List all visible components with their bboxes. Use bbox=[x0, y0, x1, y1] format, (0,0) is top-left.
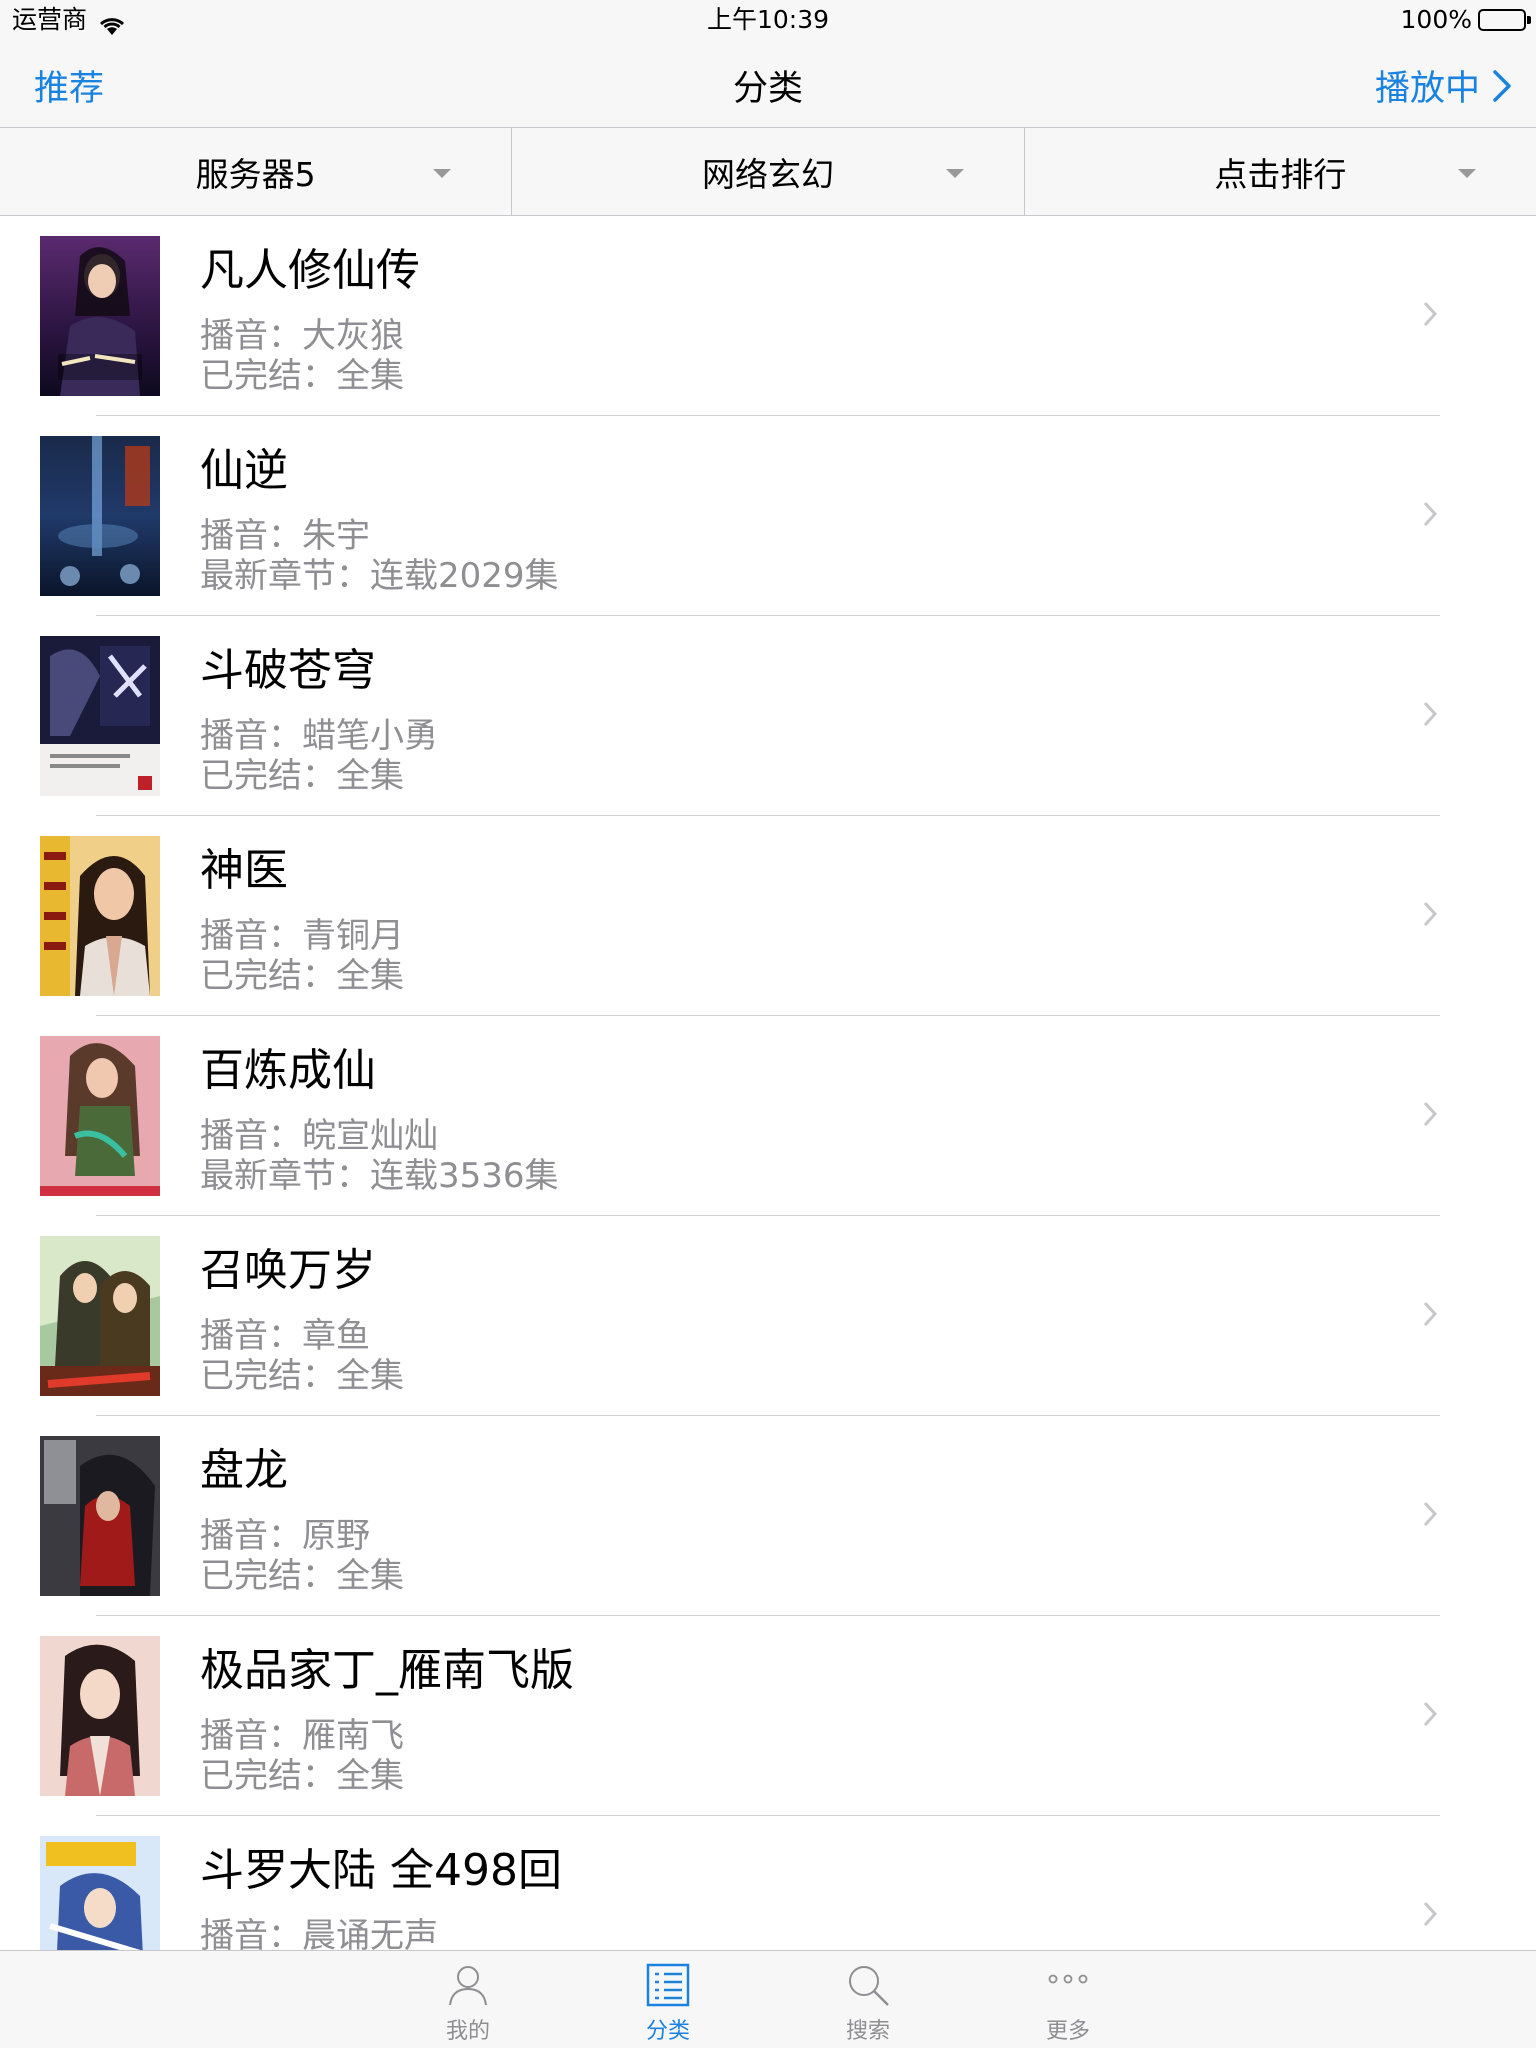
server-filter-dropdown[interactable]: 服务器5 bbox=[0, 128, 511, 215]
disclosure-chevron-icon bbox=[1423, 1501, 1438, 1527]
list-item[interactable]: 召唤万岁 播音：章鱼 已完结：全集 bbox=[0, 1216, 1536, 1416]
disclosure-chevron-icon bbox=[1423, 501, 1438, 527]
battery-percent: 100% bbox=[1400, 5, 1472, 34]
chevron-right-icon bbox=[1493, 69, 1511, 102]
list-item[interactable]: 斗破苍穹 播音：蜡笔小勇 已完结：全集 bbox=[0, 616, 1536, 816]
book-list[interactable]: 凡人修仙传 播音：大灰狼 已完结：全集 仙逆 播音：朱宇 最新章节：连载2029… bbox=[0, 216, 1536, 1950]
search-icon bbox=[849, 1966, 889, 2006]
status-time: 上午10:39 bbox=[706, 5, 830, 34]
book-cover-image bbox=[40, 636, 160, 796]
tab-mine[interactable]: 我的 bbox=[408, 1951, 528, 2048]
book-narrator: 播音：晨诵无声 bbox=[200, 1916, 438, 1950]
book-status: 已完结：全集 bbox=[200, 756, 404, 796]
book-cover-image bbox=[40, 1836, 160, 1950]
tab-bar: 我的 分类 搜索 更多 bbox=[0, 1950, 1536, 2048]
dropdown-arrow-icon bbox=[433, 169, 452, 178]
now-playing-button[interactable]: 播放中 bbox=[1375, 60, 1512, 111]
book-title: 神医 bbox=[200, 845, 288, 896]
tab-label: 分类 bbox=[645, 2019, 690, 2044]
list-item[interactable]: 仙逆 播音：朱宇 最新章节：连载2029集 bbox=[0, 416, 1536, 616]
book-title: 盘龙 bbox=[200, 1445, 288, 1496]
list-item[interactable]: 极品家丁_雁南飞版 播音：雁南飞 已完结：全集 bbox=[0, 1616, 1536, 1816]
disclosure-chevron-icon bbox=[1423, 301, 1438, 327]
list-item[interactable]: 盘龙 播音：原野 已完结：全集 bbox=[0, 1416, 1536, 1616]
person-icon bbox=[449, 1966, 487, 2006]
book-cover-image bbox=[40, 1436, 160, 1596]
book-title: 凡人修仙传 bbox=[200, 245, 420, 296]
filter-bar: 服务器5 网络玄幻 点击排行 bbox=[0, 128, 1536, 216]
disclosure-chevron-icon bbox=[1423, 701, 1438, 727]
book-status: 已完结：全集 bbox=[200, 1356, 404, 1396]
nav-bar: 推荐 分类 播放中 bbox=[0, 40, 1536, 128]
disclosure-chevron-icon bbox=[1423, 1701, 1438, 1727]
more-icon bbox=[1048, 1974, 1088, 1984]
disclosure-chevron-icon bbox=[1423, 901, 1438, 927]
disclosure-chevron-icon bbox=[1423, 1101, 1438, 1127]
book-status: 已完结：全集 bbox=[200, 1556, 404, 1596]
book-title: 召唤万岁 bbox=[200, 1245, 376, 1296]
book-cover-image bbox=[40, 836, 160, 996]
book-status: 已完结：全集 bbox=[200, 356, 404, 396]
book-status: 最新章节：连载2029集 bbox=[200, 556, 559, 596]
list-item[interactable]: 凡人修仙传 播音：大灰狼 已完结：全集 bbox=[0, 216, 1536, 416]
status-bar: 运营商 上午10:39 100% bbox=[0, 0, 1536, 40]
list-item[interactable]: 神医 播音：青铜月 已完结：全集 bbox=[0, 816, 1536, 1016]
book-status: 已完结：全集 bbox=[200, 956, 404, 996]
book-cover-image bbox=[40, 1036, 160, 1196]
book-cover-image bbox=[40, 1636, 160, 1796]
disclosure-chevron-icon bbox=[1423, 1301, 1438, 1327]
category-filter-dropdown[interactable]: 网络玄幻 bbox=[511, 128, 1023, 215]
book-title: 斗破苍穹 bbox=[200, 645, 376, 696]
book-cover-image bbox=[40, 436, 160, 596]
book-title: 斗罗大陆 全498回 bbox=[200, 1845, 562, 1896]
tab-label: 搜索 bbox=[845, 2019, 890, 2044]
tab-search[interactable]: 搜索 bbox=[808, 1951, 928, 2048]
page-title: 分类 bbox=[732, 69, 803, 109]
book-cover-image bbox=[40, 236, 160, 396]
book-title: 仙逆 bbox=[200, 445, 288, 496]
filter-label: 点击排行 bbox=[1214, 154, 1347, 194]
battery-icon bbox=[1478, 9, 1531, 31]
tab-more[interactable]: 更多 bbox=[1008, 1951, 1128, 2048]
list-icon bbox=[646, 1963, 690, 2007]
dropdown-arrow-icon bbox=[945, 169, 964, 178]
list-item[interactable]: 百炼成仙 播音：皖宣灿灿 最新章节：连载3536集 bbox=[0, 1016, 1536, 1216]
book-title: 百炼成仙 bbox=[200, 1045, 376, 1096]
dropdown-arrow-icon bbox=[1457, 169, 1476, 178]
filter-label: 服务器5 bbox=[195, 154, 316, 194]
filter-label: 网络玄幻 bbox=[701, 154, 834, 194]
app-root: 运营商 上午10:39 100% 推荐 分类 播放中 服务器5 网络玄幻 点击排… bbox=[0, 0, 1536, 2048]
book-status: 最新章节：连载3536集 bbox=[200, 1156, 559, 1196]
sort-filter-dropdown[interactable]: 点击排行 bbox=[1023, 128, 1536, 215]
now-playing-label: 播放中 bbox=[1374, 69, 1480, 109]
book-cover-image bbox=[40, 1236, 160, 1396]
book-status: 已完结：全集 bbox=[200, 1756, 404, 1796]
disclosure-chevron-icon bbox=[1423, 1901, 1438, 1927]
list-item[interactable]: 斗罗大陆 全498回 播音：晨诵无声 bbox=[0, 1816, 1536, 1950]
tab-category[interactable]: 分类 bbox=[608, 1951, 728, 2048]
status-right: 100% bbox=[1400, 0, 1531, 40]
book-title: 极品家丁_雁南飞版 bbox=[200, 1645, 574, 1696]
tab-label: 更多 bbox=[1045, 2019, 1090, 2044]
tab-label: 我的 bbox=[445, 2019, 490, 2044]
